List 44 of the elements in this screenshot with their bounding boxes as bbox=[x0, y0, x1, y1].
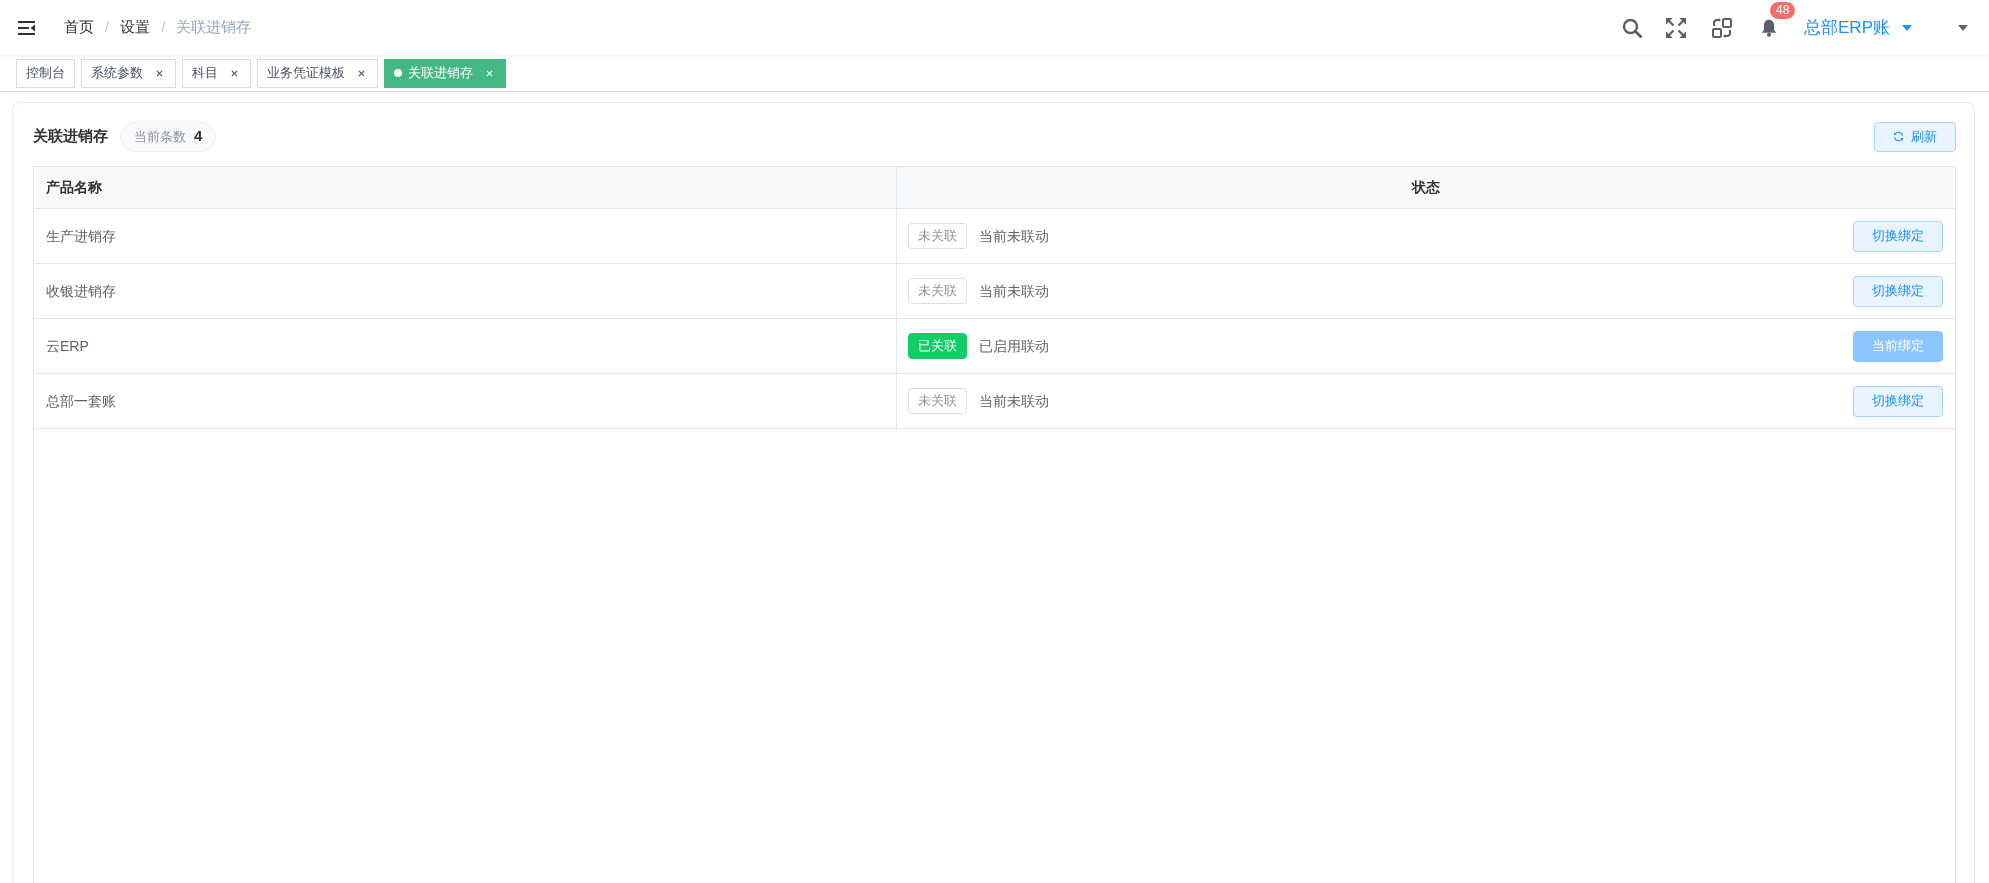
tab[interactable]: 控制台 bbox=[16, 58, 75, 88]
close-icon[interactable] bbox=[358, 69, 365, 77]
status-tag: 未关联 bbox=[908, 278, 967, 304]
table-cell-text: 收银进销存 bbox=[46, 281, 116, 301]
breadcrumb-item: 关联进销存 bbox=[176, 17, 252, 38]
account-menu[interactable]: 总部ERP账 bbox=[1804, 14, 1890, 41]
caret-down-icon[interactable] bbox=[1958, 24, 1968, 31]
status-tag: 已关联 bbox=[908, 333, 967, 359]
column-header: 状态 bbox=[1412, 178, 1440, 197]
panel-title: 关联进销存 bbox=[33, 126, 108, 147]
caret-down-icon[interactable] bbox=[1902, 24, 1912, 31]
close-icon[interactable] bbox=[156, 69, 163, 77]
status-tag: 未关联 bbox=[908, 388, 967, 414]
refresh-icon bbox=[1893, 131, 1904, 142]
tab[interactable]: 系统参数 bbox=[81, 58, 176, 88]
menu-icon[interactable] bbox=[18, 20, 35, 35]
fullscreen-icon[interactable] bbox=[1666, 17, 1687, 38]
notification-badge: 48 bbox=[1770, 1, 1796, 19]
status-text: 已启用联动 bbox=[979, 336, 1049, 356]
bind-button[interactable]: 切换绑定 bbox=[1853, 275, 1943, 307]
tab[interactable]: 业务凭证模板 bbox=[257, 58, 378, 88]
tab[interactable]: 科目 bbox=[182, 58, 251, 88]
table-cell-text: 云ERP bbox=[46, 336, 89, 356]
bind-button[interactable]: 切换绑定 bbox=[1853, 385, 1943, 417]
breadcrumb-item[interactable]: 首页 bbox=[64, 16, 94, 39]
column-header: 产品名称 bbox=[46, 178, 102, 197]
status-text: 当前未联动 bbox=[979, 391, 1049, 411]
tab[interactable]: 关联进销存 bbox=[384, 58, 506, 88]
count-label: 当前条数 bbox=[134, 127, 186, 146]
breadcrumb-item[interactable]: 设置 bbox=[120, 16, 151, 39]
bell-icon[interactable] bbox=[1761, 18, 1778, 37]
status-text: 当前未联动 bbox=[979, 226, 1049, 246]
close-icon[interactable] bbox=[231, 69, 238, 77]
search-icon[interactable] bbox=[1622, 17, 1643, 38]
swap-squares-icon[interactable] bbox=[1712, 17, 1733, 38]
breadcrumb-separator: / bbox=[161, 17, 166, 38]
count-value: 4 bbox=[194, 126, 203, 147]
refresh-button[interactable]: 刷新 bbox=[1874, 121, 1956, 152]
table-cell-text: 总部一套账 bbox=[46, 391, 116, 411]
status-tag: 未关联 bbox=[908, 223, 967, 249]
status-text: 当前未联动 bbox=[979, 281, 1049, 301]
breadcrumb-separator: / bbox=[105, 17, 110, 38]
table-cell-text: 生产进销存 bbox=[46, 226, 116, 246]
bind-button[interactable]: 切换绑定 bbox=[1853, 220, 1943, 252]
